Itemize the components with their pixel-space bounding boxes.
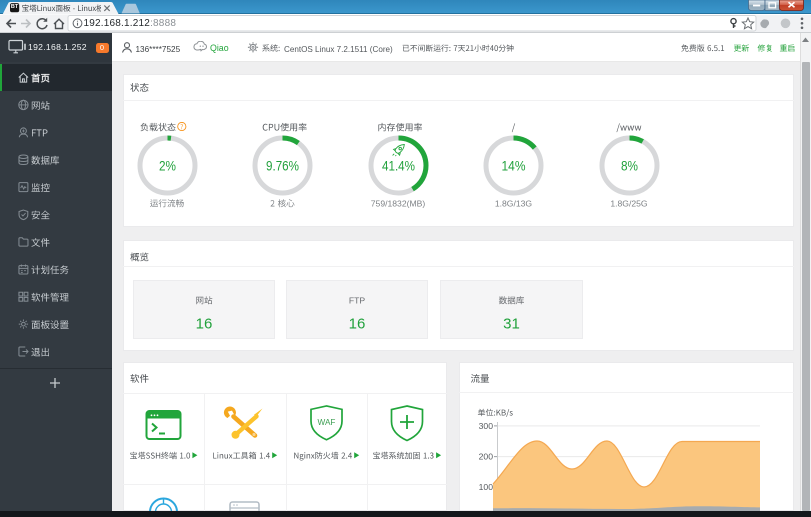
svg-text:16: 16 xyxy=(349,316,366,333)
svg-text:2%: 2% xyxy=(159,159,176,174)
svg-text:9.76%: 9.76% xyxy=(266,159,299,174)
svg-text:200: 200 xyxy=(479,452,494,462)
svg-text:31: 31 xyxy=(503,316,520,333)
svg-text:41.4%: 41.4% xyxy=(382,159,415,174)
svg-text:1.8G/25G: 1.8G/25G xyxy=(610,199,648,209)
svg-text:16: 16 xyxy=(196,316,213,333)
svg-text:WAF: WAF xyxy=(318,418,336,427)
svg-text:759/1832(MB): 759/1832(MB) xyxy=(371,199,426,209)
svg-text:8%: 8% xyxy=(621,159,638,174)
svg-text:14%: 14% xyxy=(502,159,526,174)
svg-text:1.8G/13G: 1.8G/13G xyxy=(495,199,533,209)
svg-text:300: 300 xyxy=(479,421,494,431)
svg-text:100: 100 xyxy=(479,482,494,492)
